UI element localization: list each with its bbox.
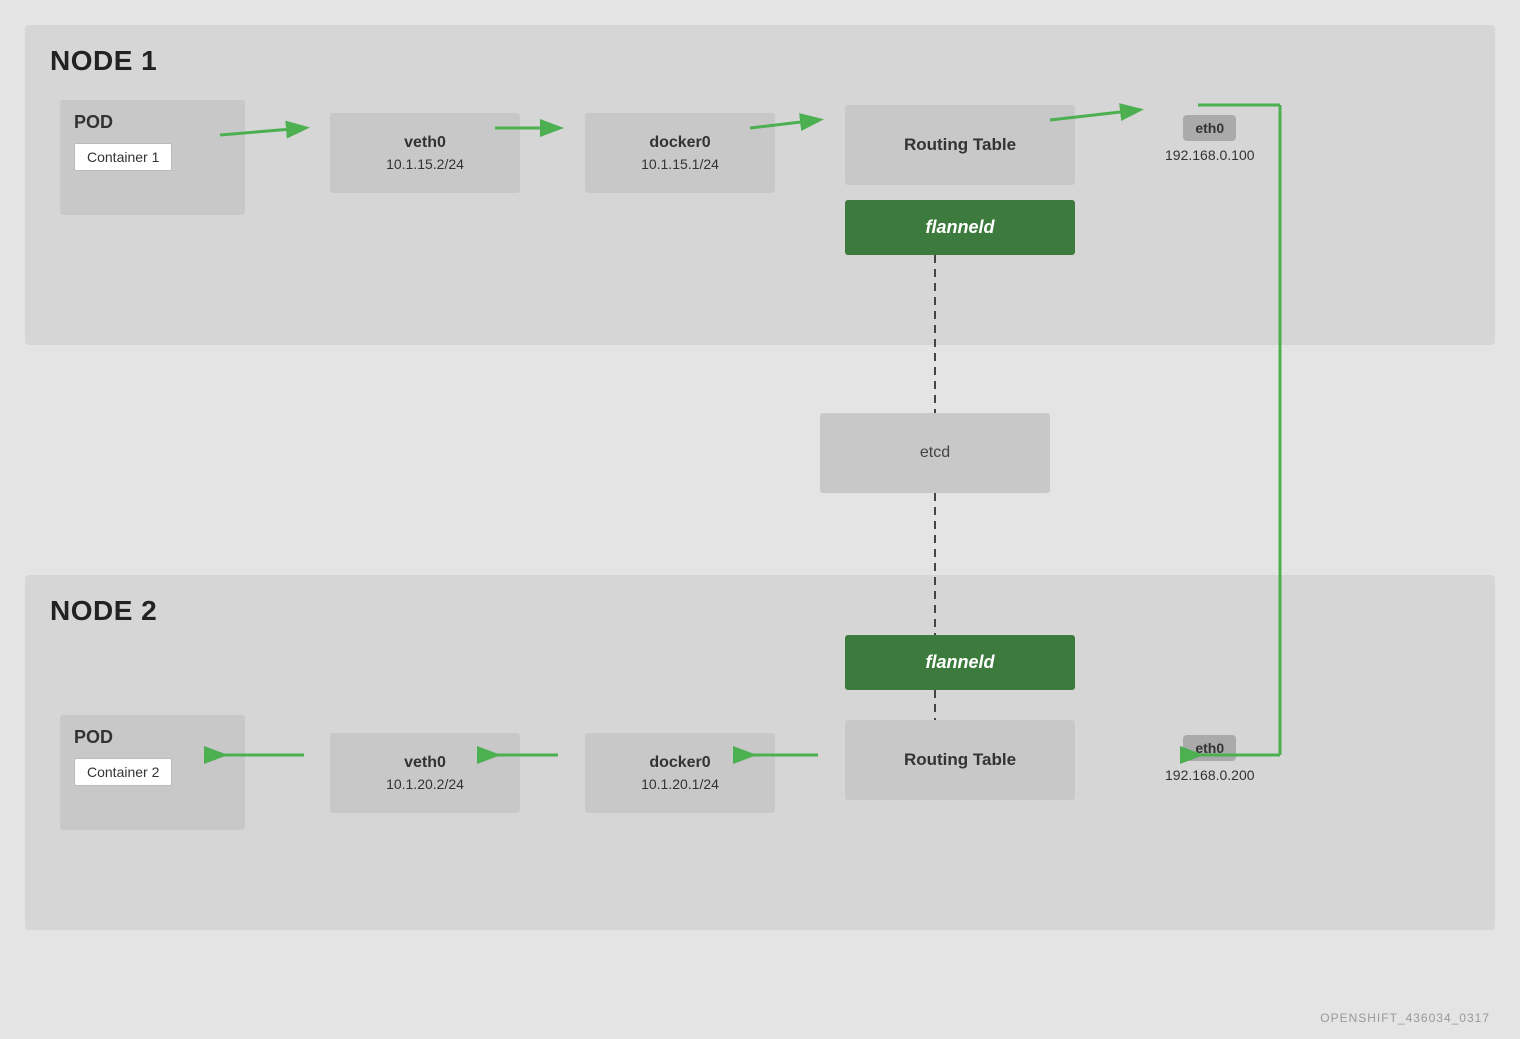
- node2-label: NODE 2: [50, 595, 1470, 627]
- pod1-box: POD Container 1: [60, 100, 245, 215]
- pod2-box: POD Container 2: [60, 715, 245, 830]
- pod2-label: POD: [74, 727, 231, 748]
- node1-label: NODE 1: [50, 45, 1470, 77]
- docker0-node1: docker0 10.1.15.1/24: [585, 113, 775, 193]
- flanneld-node1: flanneld: [845, 200, 1075, 255]
- veth0-node1: veth0 10.1.15.2/24: [330, 113, 520, 193]
- etcd-box: etcd: [820, 413, 1050, 493]
- node2-box: NODE 2 flanneld POD Container 2 veth0 10…: [25, 575, 1495, 930]
- flanneld-node2: flanneld: [845, 635, 1075, 690]
- eth0-node1: eth0 192.168.0.100: [1165, 115, 1255, 163]
- docker0-node2: docker0 10.1.20.1/24: [585, 733, 775, 813]
- eth0-node2: eth0 192.168.0.200: [1165, 735, 1255, 783]
- pod1-label: POD: [74, 112, 231, 133]
- container2-box: Container 2: [74, 758, 172, 786]
- middle-area: etcd: [0, 345, 1520, 575]
- watermark: OPENSHIFT_436034_0317: [1320, 1011, 1490, 1025]
- routing-table-node1: Routing Table: [845, 105, 1075, 185]
- node1-box: NODE 1 POD Container 1 veth0 10.1.15.2/2…: [25, 25, 1495, 345]
- veth0-node2: veth0 10.1.20.2/24: [330, 733, 520, 813]
- container1-box: Container 1: [74, 143, 172, 171]
- routing-table-node2: Routing Table: [845, 720, 1075, 800]
